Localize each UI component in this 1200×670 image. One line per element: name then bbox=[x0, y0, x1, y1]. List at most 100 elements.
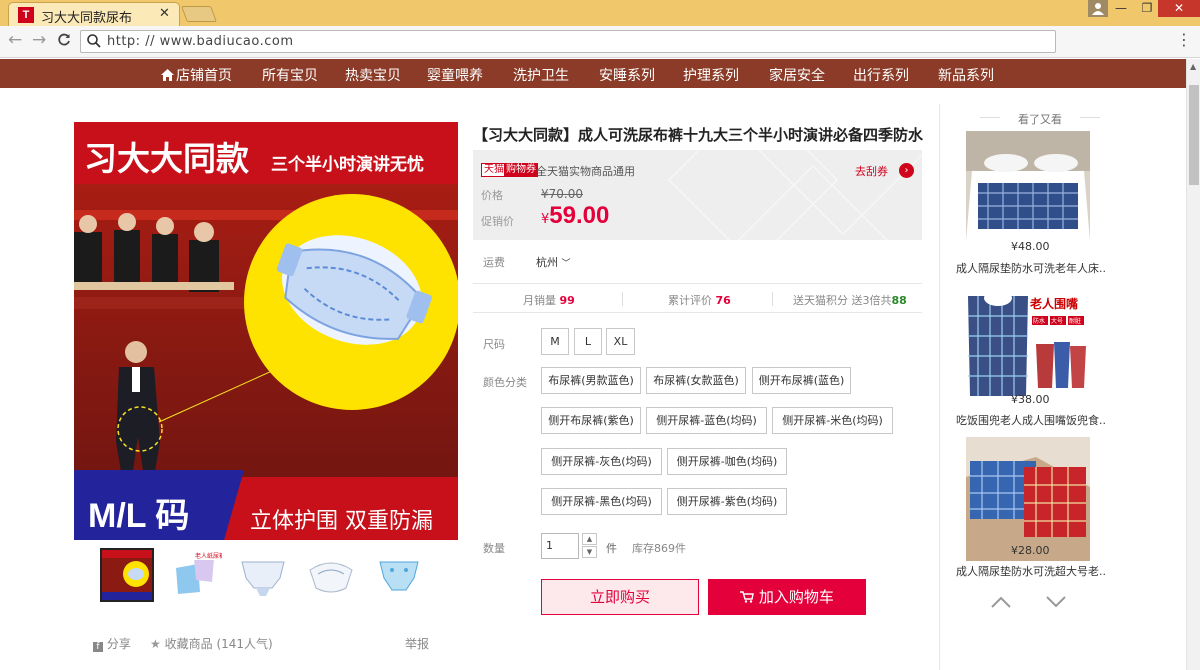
add-to-cart-button[interactable]: 加入购物车 bbox=[708, 579, 866, 615]
shopnav-item-travel[interactable]: 出行系列 bbox=[853, 65, 909, 85]
shopnav-item-hot[interactable]: 热卖宝贝 bbox=[345, 65, 401, 85]
shopnav-label: 店铺首页 bbox=[176, 68, 232, 84]
buy-now-button[interactable]: 立即购买 bbox=[541, 579, 699, 615]
shop-nav: 店铺首页 所有宝贝 热卖宝贝 婴童喂养 洗护卫生 安睡系列 护理系列 家居安全 … bbox=[0, 59, 1186, 88]
quantity-input[interactable]: 1 bbox=[541, 533, 579, 559]
color-option[interactable]: 侧开尿裤-咖色(均码) bbox=[667, 448, 787, 475]
chevron-up-icon[interactable] bbox=[990, 590, 1012, 614]
quantity-decrease-icon[interactable]: ▼ bbox=[582, 546, 597, 558]
review-count-label: 累计评价 bbox=[668, 294, 712, 307]
url-host: // www.badiucao.com bbox=[145, 34, 294, 49]
shopnav-item-home-safety[interactable]: 家居安全 bbox=[769, 65, 825, 85]
image-size-text: M/L 码 bbox=[88, 497, 189, 535]
recommendation-image-1[interactable] bbox=[966, 131, 1090, 255]
browser-titlebar: T 习大大同款尿布 ✕ — ❐ ✕ bbox=[0, 0, 1200, 26]
chevron-down-icon[interactable] bbox=[1045, 590, 1067, 614]
see-also-header: 看了又看 bbox=[1018, 113, 1062, 126]
coupon-text: 全天猫实物商品通用 bbox=[536, 165, 635, 178]
minimize-icon[interactable]: — bbox=[1108, 0, 1134, 17]
recommendation-price-2: ¥38.00 bbox=[1011, 393, 1050, 406]
recommendation-title-3[interactable]: 成人隔尿垫防水可洗超大号老... bbox=[956, 563, 1106, 579]
promo-price-value: 59.00 bbox=[549, 202, 610, 229]
color-option[interactable]: 侧开尿裤-蓝色(均码) bbox=[646, 407, 767, 434]
color-option[interactable]: 侧开尿裤-紫色(均码) bbox=[667, 488, 787, 515]
monthly-sales: 月销量 99 bbox=[523, 292, 575, 308]
thumbnail-3[interactable] bbox=[236, 548, 290, 602]
popularity-count: (141人气) bbox=[216, 637, 273, 651]
cart-icon bbox=[740, 588, 759, 606]
thumbnail-4[interactable] bbox=[304, 548, 358, 602]
shopnav-item-home[interactable]: 店铺首页 bbox=[161, 65, 232, 85]
scroll-thumb[interactable] bbox=[1189, 85, 1199, 185]
share-button[interactable]: f 分享 bbox=[93, 635, 131, 652]
price-label: 价格 bbox=[481, 189, 503, 202]
scroll-up-icon[interactable]: ▲ bbox=[1190, 62, 1196, 71]
color-option[interactable]: 侧开布尿裤(蓝色) bbox=[752, 367, 851, 394]
tab-close-icon[interactable]: ✕ bbox=[159, 6, 170, 21]
chevron-down-icon: ﹀ bbox=[561, 259, 571, 269]
browser-tab[interactable]: T 习大大同款尿布 ✕ bbox=[8, 2, 180, 26]
tmall-points-value: 88 bbox=[891, 294, 907, 307]
quantity-label: 数量 bbox=[483, 542, 505, 555]
forward-arrow-icon[interactable]: → bbox=[32, 30, 46, 50]
address-bar[interactable]: http: // www.badiucao.com bbox=[80, 30, 1056, 53]
recommendation-title-2[interactable]: 吃饭围兜老人成人围嘴饭兜食... bbox=[956, 412, 1106, 428]
color-option[interactable]: 布尿裤(男款蓝色) bbox=[541, 367, 641, 394]
shopnav-item-feeding[interactable]: 婴童喂养 bbox=[427, 65, 483, 85]
color-option[interactable]: 侧开尿裤-灰色(均码) bbox=[541, 448, 662, 475]
review-count[interactable]: 累计评价 76 bbox=[668, 292, 731, 308]
color-option[interactable]: 布尿裤(女款蓝色) bbox=[646, 367, 746, 394]
shopnav-item-care[interactable]: 护理系列 bbox=[683, 65, 739, 85]
star-icon: ★ bbox=[150, 637, 161, 651]
chevron-right-icon[interactable]: › bbox=[899, 163, 914, 178]
menu-dots-icon[interactable]: ⋮ bbox=[1176, 30, 1192, 49]
tab-title: 习大大同款尿布 bbox=[41, 11, 133, 26]
product-title: 【习大大同款】成人可洗尿布裤十九大三个半小时演讲必备四季防水 bbox=[473, 126, 924, 144]
shopnav-item-new[interactable]: 新品系列 bbox=[938, 65, 994, 85]
recommendation-title-1[interactable]: 成人隔尿垫防水可洗老年人床... bbox=[956, 260, 1106, 276]
image-subheadline: 三个半小时演讲无忧 bbox=[271, 154, 424, 175]
recommendation-image-2[interactable]: 老人围嘴 防水 大号 耐脏 bbox=[966, 284, 1090, 408]
shopnav-item-hygiene[interactable]: 洗护卫生 bbox=[513, 65, 569, 85]
review-count-value: 76 bbox=[715, 294, 731, 307]
thumbnail-5[interactable] bbox=[372, 548, 426, 602]
url-text: http: // www.badiucao.com bbox=[107, 34, 294, 49]
back-arrow-icon[interactable]: ← bbox=[8, 30, 22, 50]
coupon-link[interactable]: 去刮券 bbox=[855, 163, 888, 179]
reload-icon[interactable] bbox=[57, 30, 71, 52]
size-option-m[interactable]: M bbox=[541, 328, 569, 355]
svg-text:老人纸尿裤: 老人纸尿裤 bbox=[195, 552, 222, 560]
favorite-button[interactable]: ★ 收藏商品 (141人气) bbox=[150, 635, 273, 652]
quantity-increase-icon[interactable]: ▲ bbox=[582, 533, 597, 545]
search-icon bbox=[87, 34, 101, 48]
bib-label: 老人围嘴 bbox=[1030, 296, 1078, 311]
report-link[interactable]: 举报 bbox=[405, 635, 429, 652]
image-bottom-text: 立体护围 双重防漏 bbox=[250, 509, 433, 534]
favorite-label: 收藏商品 bbox=[164, 637, 213, 651]
share-label: 分享 bbox=[106, 637, 131, 651]
thumbnail-1[interactable] bbox=[100, 548, 154, 602]
tmall-favicon-icon: T bbox=[18, 7, 34, 23]
recommendation-image-3[interactable] bbox=[966, 437, 1090, 561]
page-scrollbar[interactable]: ▲ bbox=[1186, 59, 1200, 670]
facebook-icon: f bbox=[93, 642, 103, 652]
color-option[interactable]: 侧开尿裤-黑色(均码) bbox=[541, 488, 662, 515]
tmall-points-label: 送天猫积分 送3倍共 bbox=[793, 294, 892, 307]
new-tab-button[interactable] bbox=[181, 6, 217, 22]
add-to-cart-label: 加入购物车 bbox=[758, 588, 834, 606]
color-option[interactable]: 侧开布尿裤(紫色) bbox=[541, 407, 641, 434]
shopnav-item-sleep[interactable]: 安睡系列 bbox=[599, 65, 655, 85]
shopnav-item-all[interactable]: 所有宝贝 bbox=[262, 65, 318, 85]
main-product-image[interactable]: 习大大同款 三个半小时演讲无忧 M/L 码 立体护围 双重防漏 bbox=[74, 122, 458, 540]
maximize-icon[interactable]: ❐ bbox=[1134, 0, 1160, 17]
bib-tag: 防水 bbox=[1033, 317, 1045, 325]
window-close-icon[interactable]: ✕ bbox=[1158, 0, 1200, 17]
stock-count: 库存869件 bbox=[632, 542, 686, 555]
thumbnail-2[interactable]: 老人纸尿裤 bbox=[168, 548, 225, 602]
image-headline: 习大大同款 bbox=[84, 139, 250, 178]
size-option-l[interactable]: L bbox=[574, 328, 602, 355]
size-option-xl[interactable]: XL bbox=[606, 328, 635, 355]
shipping-location[interactable]: 杭州 ﹀ bbox=[536, 254, 571, 270]
profile-icon[interactable] bbox=[1088, 0, 1108, 17]
color-option[interactable]: 侧开尿裤-米色(均码) bbox=[772, 407, 893, 434]
